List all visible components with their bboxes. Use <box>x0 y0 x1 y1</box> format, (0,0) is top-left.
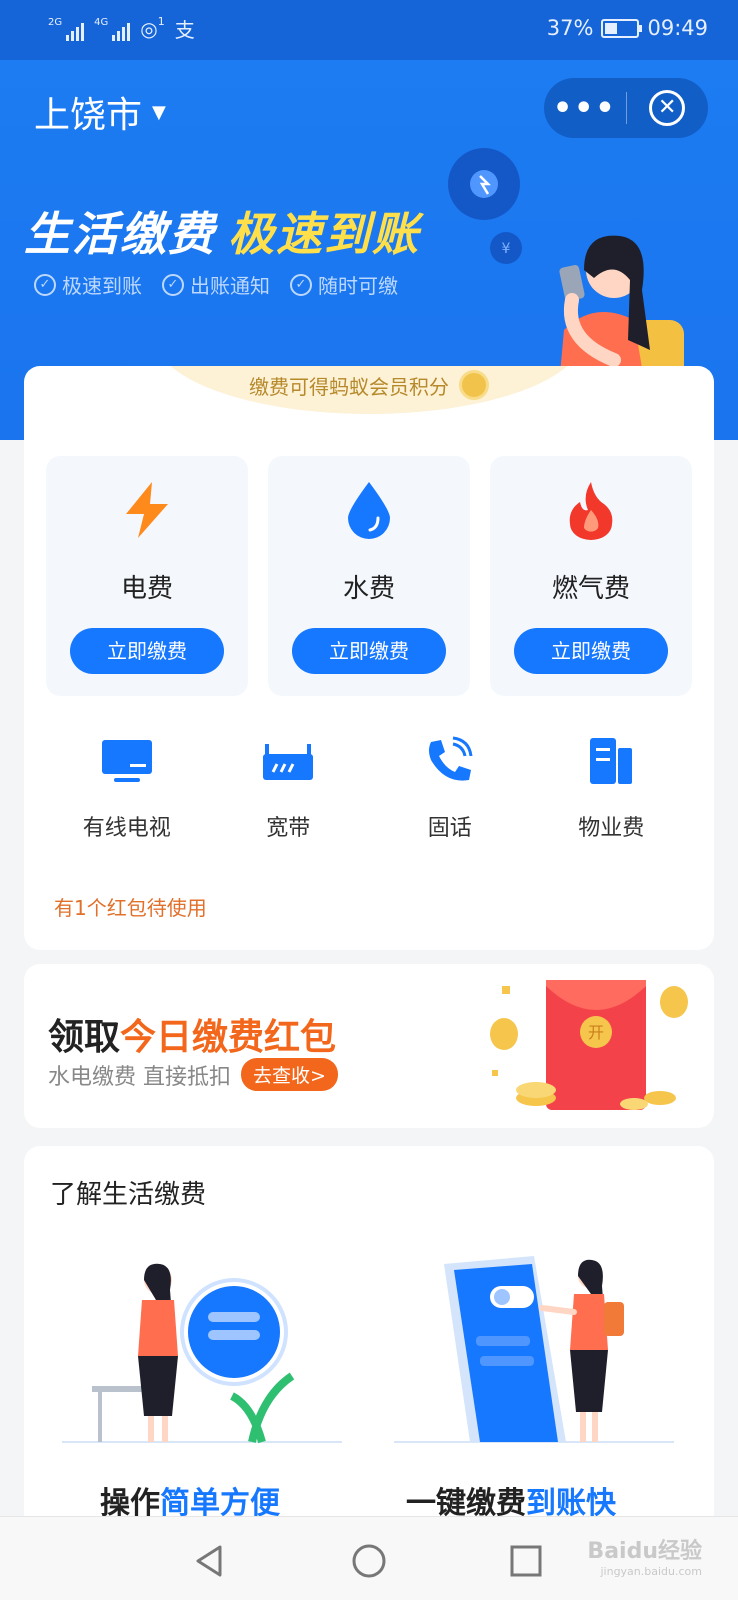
check-circle-icon: ✓ <box>162 273 184 296</box>
tile-gas[interactable]: 燃气费 立即缴费 <box>490 456 692 696</box>
points-note: 缴费可得蚂蚁会员积分 <box>24 370 714 400</box>
utility-tiles: 电费 立即缴费 水费 立即缴费 燃气费 立即缴费 <box>46 456 692 696</box>
tile-water[interactable]: 水费 立即缴费 <box>268 456 470 696</box>
service-label: 固话 <box>427 816 472 841</box>
feature-item: ✓ 随时可缴 <box>290 270 398 299</box>
feature-list: ✓ 极速到账 ✓ 出账通知 ✓ 随时可缴 <box>34 270 398 299</box>
back-nav-icon[interactable] <box>190 1541 230 1581</box>
status-right: 37% 09:49 <box>547 16 708 40</box>
system-nav-bar: Baidu经验 jingyan.baidu.com <box>0 1516 738 1600</box>
signal-4g-icon: 4G <box>94 16 131 41</box>
battery-percent: 37% <box>546 16 594 40</box>
packet-title-orange: 今日缴费红包 <box>120 1017 337 1058</box>
pay-now-button[interactable]: 立即缴费 <box>70 628 224 674</box>
check-coupon-button[interactable]: 去查收> <box>241 1058 338 1091</box>
service-broadband[interactable]: 宽带 <box>208 736 370 842</box>
baidu-watermark: Baidu经验 jingyan.baidu.com <box>587 1533 702 1578</box>
more-button[interactable]: ••• <box>544 91 626 126</box>
hotspot-icon: ◎ <box>140 16 158 41</box>
ant-member-medal-icon <box>459 370 489 400</box>
check-circle-icon: ✓ <box>290 273 312 296</box>
tile-name: 燃气费 <box>551 574 630 604</box>
red-envelope-illustration: 开 <box>490 980 688 1110</box>
tv-icon <box>101 740 152 782</box>
feature-label: 随时可缴 <box>318 274 398 298</box>
network-2g-label: 2G <box>48 16 63 28</box>
service-landline[interactable]: 固话 <box>369 736 531 842</box>
status-bar: 2G 4G ◎ 1 支 37% 09:49 <box>0 0 738 60</box>
hero-slogan: 生活缴费 极速到账 <box>24 198 420 264</box>
check-circle-icon: ✓ <box>34 273 56 296</box>
coupon-tip-link[interactable]: 有1个红包待使用 <box>54 892 207 921</box>
packet-subtitle-text: 水电缴费 直接抵扣 <box>48 1064 231 1090</box>
woman-chat-illustration <box>62 1263 342 1444</box>
learn-card: 了解生活缴费 操作简单方便 一键缴费到账快 <box>24 1146 714 1546</box>
packet-subtitle: 水电缴费 直接抵扣 去查收> <box>48 1058 338 1091</box>
slogan-white: 生活缴费 <box>24 207 216 261</box>
service-label: 宽带 <box>266 816 311 841</box>
points-note-text: 缴费可得蚂蚁会员积分 <box>249 374 449 399</box>
watermark-url: jingyan.baidu.com <box>600 1565 702 1578</box>
city-selector[interactable]: 上饶市 ▼ <box>34 86 166 138</box>
water-drop-icon <box>348 482 390 539</box>
pay-now-button[interactable]: 立即缴费 <box>292 628 446 674</box>
watermark-text: Baidu经验 <box>587 1539 702 1564</box>
learn-title: 了解生活缴费 <box>50 1180 207 1210</box>
flame-icon <box>569 482 613 540</box>
service-cable-tv[interactable]: 有线电视 <box>46 736 208 842</box>
red-packet-banner[interactable]: 领取今日缴费红包 水电缴费 直接抵扣 去查收> 开 <box>24 964 714 1128</box>
battery-icon <box>601 18 643 38</box>
network-4g-label: 4G <box>94 16 109 28</box>
close-icon: ✕ <box>649 90 686 126</box>
tile-electricity[interactable]: 电费 立即缴费 <box>46 456 248 696</box>
packet-title: 领取今日缴费红包 <box>48 1008 336 1060</box>
lightning-icon <box>126 482 168 538</box>
envelope-open-char: 开 <box>588 1023 604 1042</box>
alipay-notification-icon: 支 <box>174 18 195 42</box>
status-left: 2G 4G ◎ 1 支 <box>48 14 195 43</box>
service-property[interactable]: 物业费 <box>531 736 693 842</box>
clock: 09:49 <box>647 16 708 40</box>
woman-phone-pay-illustration <box>394 1256 674 1443</box>
feature-item: ✓ 极速到账 <box>34 270 142 299</box>
service-label: 物业费 <box>578 816 645 841</box>
svg-text:¥: ¥ <box>502 241 511 257</box>
building-icon <box>590 738 633 784</box>
pay-now-button[interactable]: 立即缴费 <box>514 628 668 674</box>
home-nav-icon[interactable] <box>349 1541 389 1581</box>
payment-card: 缴费可得蚂蚁会员积分 电费 立即缴费 水费 立即缴费 燃气费 立即缴费 有线电视… <box>24 366 714 950</box>
router-icon <box>263 744 314 780</box>
recents-nav-icon[interactable] <box>506 1541 546 1581</box>
packet-title-black: 领取 <box>48 1017 121 1058</box>
signal-2g-icon: 2G <box>48 16 85 41</box>
close-button[interactable]: ✕ <box>627 90 709 126</box>
tile-name: 电费 <box>120 574 173 604</box>
feature-item: ✓ 出账通知 <box>162 270 270 299</box>
phone-icon <box>428 736 473 781</box>
battery-fill <box>605 22 617 34</box>
city-name: 上饶市 <box>34 95 143 136</box>
hotspot-count: 1 <box>157 15 165 28</box>
service-label: 有线电视 <box>82 816 171 841</box>
caret-down-icon: ▼ <box>152 101 166 123</box>
service-grid: 有线电视 宽带 固话 物业费 <box>46 736 692 842</box>
tile-name: 水费 <box>342 574 395 604</box>
miniapp-capsule: ••• ✕ <box>544 78 708 138</box>
slogan-yellow: 极速到账 <box>228 207 420 261</box>
feature-label: 极速到账 <box>62 274 142 298</box>
feature-label: 出账通知 <box>190 274 270 298</box>
